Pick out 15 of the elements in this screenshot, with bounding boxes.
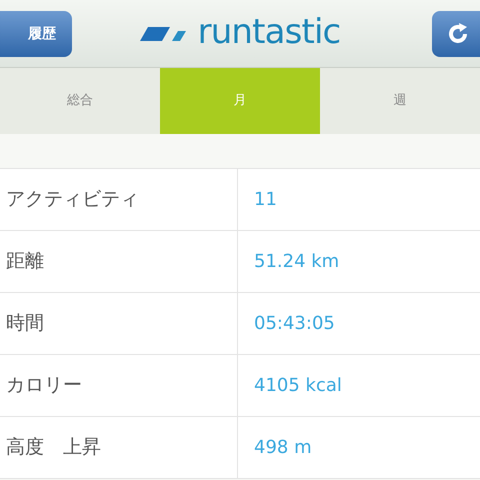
stat-label: 距離 [6,249,44,274]
logo-text: runtastic [198,14,340,52]
refresh-button[interactable] [432,11,480,57]
stat-label: カロリー [6,373,82,398]
stat-value: 51.24 km [254,250,340,274]
stat-value: 4105 kcal [254,374,342,398]
stat-label: アクティビティ [6,187,139,212]
refresh-icon [446,22,470,46]
stat-label: 時間 [6,311,44,336]
back-button[interactable]: 履歴 [0,11,72,57]
stat-value: 05:43:05 [254,312,335,336]
stat-value: 11 [254,188,277,212]
tab[interactable]: 月 [160,68,320,134]
stat-label: 高度 上昇 [6,435,101,460]
stat-value: 498 m [254,436,312,460]
